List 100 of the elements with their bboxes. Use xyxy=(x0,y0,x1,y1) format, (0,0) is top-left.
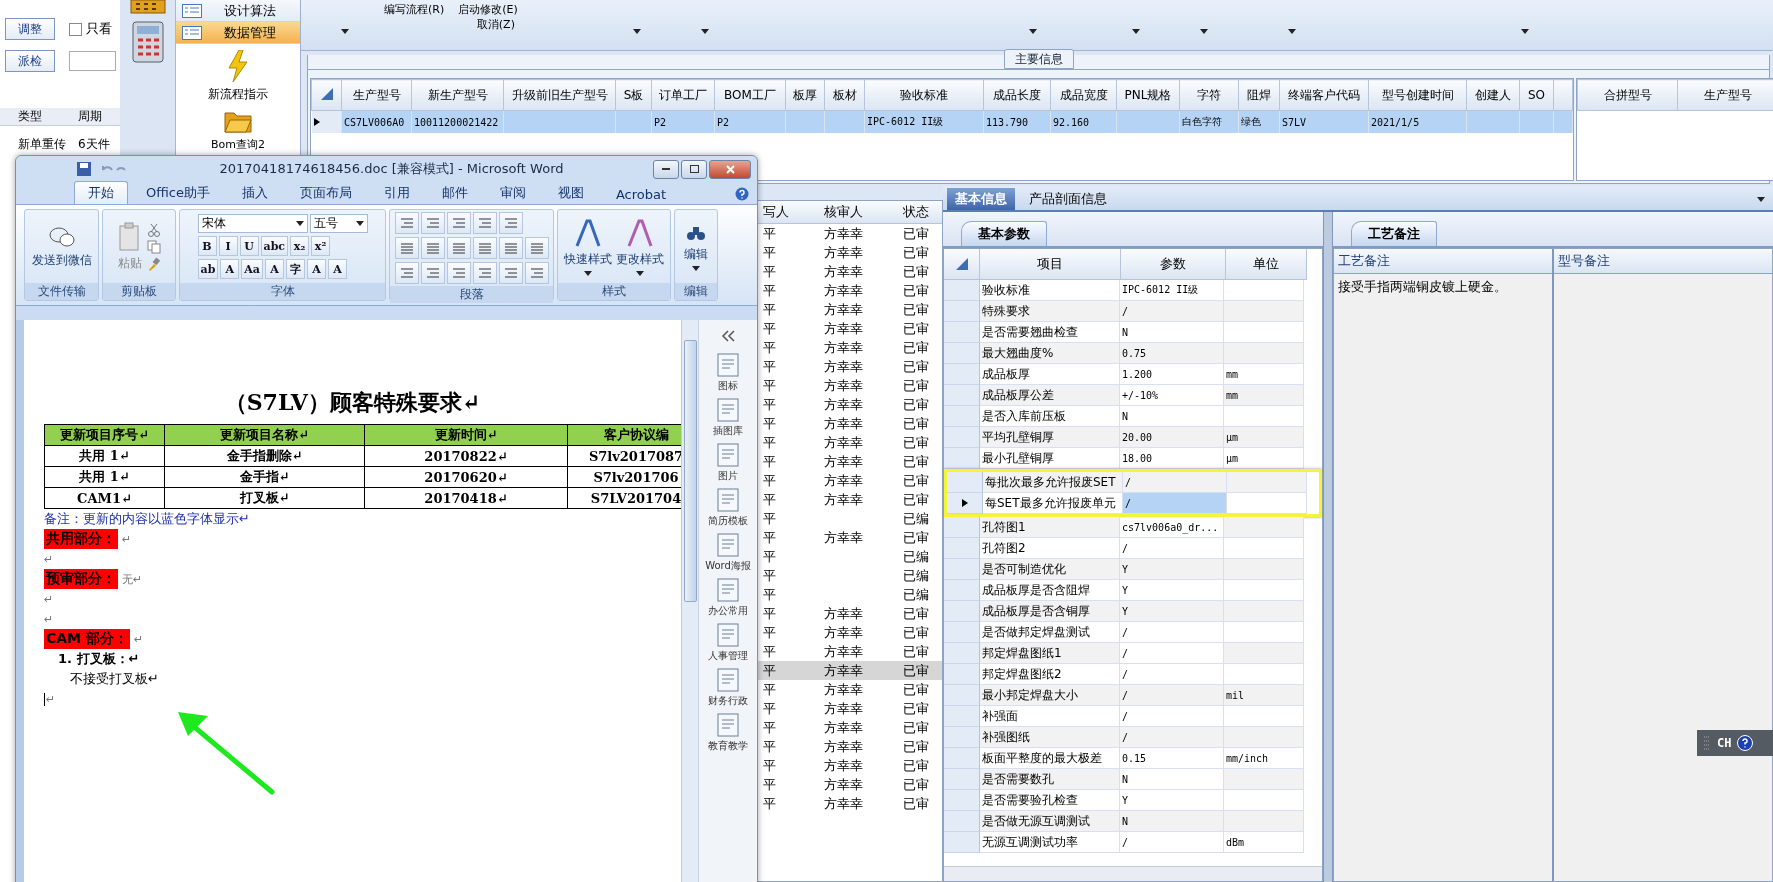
grid-row[interactable]: 是否可制造优化 Y xyxy=(944,559,1322,580)
format-button[interactable]: ab xyxy=(197,259,219,279)
side-panel-item[interactable]: 简历模板 xyxy=(708,487,748,528)
inspect-button[interactable]: 派检 xyxy=(5,50,55,72)
paragraph-format-button[interactable] xyxy=(472,262,497,284)
grid-row[interactable]: 成品板厚 1.200 mm xyxy=(944,364,1322,385)
paragraph-format-button[interactable] xyxy=(524,237,549,259)
format-button[interactable]: 字 xyxy=(286,259,305,279)
format-button[interactable]: A xyxy=(328,259,347,279)
side-panel-item[interactable]: 教育教学 xyxy=(708,712,748,753)
paragraph-format-button[interactable] xyxy=(472,237,497,259)
paragraph-format-button[interactable] xyxy=(498,212,523,234)
input-field[interactable] xyxy=(69,51,116,71)
paragraph-format-button[interactable] xyxy=(420,212,445,234)
scrollbar[interactable] xyxy=(681,320,698,882)
grid-row[interactable]: 是否需要验孔检查 Y xyxy=(944,790,1322,811)
format-button[interactable]: A xyxy=(265,259,284,279)
font-size-field[interactable]: 五号 xyxy=(309,214,368,233)
paragraph-format-button[interactable] xyxy=(446,237,471,259)
paragraph-format-button[interactable] xyxy=(420,237,445,259)
side-panel-item[interactable]: 图片 xyxy=(715,442,741,483)
grid-row[interactable]: 孔符图2 / xyxy=(944,538,1322,559)
grid-row[interactable]: 邦定焊盘图纸1 / xyxy=(944,643,1322,664)
minimize-button[interactable] xyxy=(653,159,679,179)
grid-row[interactable]: 是否做邦定焊盘测试 / xyxy=(944,622,1322,643)
grid-row[interactable]: 邦定焊盘图纸2 / xyxy=(944,664,1322,685)
toolbar-button[interactable]: 编写流程(R) xyxy=(384,2,445,17)
close-button[interactable] xyxy=(709,159,751,179)
grid-row[interactable]: 每批次最多允许报废SET / xyxy=(947,472,1319,493)
side-panel-item[interactable]: 财务行政 xyxy=(708,667,748,708)
grid-row[interactable]: 验收标准 IPC-6012 II级 xyxy=(944,280,1322,301)
side-panel-item[interactable]: 插图库 xyxy=(713,397,743,438)
nav-item[interactable]: 数据管理 xyxy=(176,22,300,44)
grid-row[interactable]: 是否做无源互调测试 N xyxy=(944,811,1322,832)
language-indicator[interactable]: CH xyxy=(1717,736,1732,750)
paragraph-format-button[interactable] xyxy=(394,237,419,259)
tab[interactable]: 基本信息 xyxy=(947,188,1015,210)
grid-row[interactable]: 是否需要数孔 N xyxy=(944,769,1322,790)
toolbar-button[interactable]: 取消(Z) xyxy=(476,17,515,32)
ribbon-tab[interactable]: 视图 xyxy=(543,181,598,204)
table-row[interactable]: CS7LV006A0 10011200021422 P2 P2 IPC-6012 II级 113.790 92.160 白色字符 绿色 S7LV 2021/1/5 xyxy=(311,110,1573,133)
grid-row[interactable]: 平均孔壁铜厚 20.00 μm xyxy=(944,427,1322,448)
grid-row[interactable]: 最大翘曲度% 0.75 xyxy=(944,343,1322,364)
toolbar-button[interactable]: 启动修改(E) xyxy=(458,2,518,17)
grid-row[interactable]: 是否需要翘曲检查 N xyxy=(944,322,1322,343)
grid-row[interactable]: 孔符图1 cs7lv006a0_dr... xyxy=(944,517,1322,538)
side-panel-item[interactable]: Word海报 xyxy=(705,532,751,573)
nav-item[interactable]: 设计算法 xyxy=(176,0,300,22)
paragraph-format-button[interactable] xyxy=(420,262,445,284)
grid-row[interactable]: 板面平整度的最大极差 0.15 mm/inch xyxy=(944,748,1322,769)
ribbon-tab[interactable]: 审阅 xyxy=(485,181,540,204)
grid-row[interactable]: 是否入库前压板 N xyxy=(944,406,1322,427)
send-to-wechat-button[interactable]: 发送到微信 xyxy=(31,224,92,269)
paragraph-format-button[interactable] xyxy=(446,262,471,284)
side-panel-item[interactable]: 图标 xyxy=(715,352,741,393)
styles-button[interactable]: 快速样式 xyxy=(564,217,612,276)
grid-row[interactable]: 每SET最多允许报废单元 / xyxy=(947,493,1319,514)
tab[interactable]: 工艺备注 xyxy=(1351,221,1437,246)
format-button[interactable]: x₂ xyxy=(290,236,310,256)
grid-row[interactable]: 补强面 / xyxy=(944,706,1322,727)
grid-row[interactable]: 特殊要求 / xyxy=(944,301,1322,322)
grid-row[interactable]: 成品板厚公差 +/-10% mm xyxy=(944,385,1322,406)
paragraph-format-button[interactable] xyxy=(446,212,471,234)
paragraph-format-button[interactable] xyxy=(472,212,497,234)
grid-row[interactable]: 成品板厚是否含铜厚 Y xyxy=(944,601,1322,622)
ribbon-tab[interactable]: Acrobat xyxy=(601,184,681,204)
tab[interactable]: 基本参数 xyxy=(961,221,1047,246)
side-panel-item[interactable]: 人事管理 xyxy=(708,622,748,663)
format-button[interactable]: A xyxy=(307,259,326,279)
format-button[interactable]: B xyxy=(197,236,217,256)
styles-button[interactable]: 更改样式 xyxy=(616,217,664,276)
grid-row[interactable]: 最小邦定焊盘大小 / mil xyxy=(944,685,1322,706)
ribbon-tab[interactable]: 页面布局 xyxy=(285,181,366,204)
ribbon-tab[interactable]: 邮件 xyxy=(427,181,482,204)
grid-row[interactable]: 成品板厚是否含阻焊 Y xyxy=(944,580,1322,601)
grid-row[interactable]: 最小孔壁铜厚 18.00 μm xyxy=(944,448,1322,469)
format-button[interactable]: Aa xyxy=(241,259,263,279)
paragraph-format-button[interactable] xyxy=(394,262,419,284)
list-row[interactable]: 平 方幸幸 已审 xyxy=(757,661,942,680)
paragraph-format-button[interactable] xyxy=(524,262,549,284)
checkbox[interactable] xyxy=(69,22,82,36)
format-button[interactable]: A xyxy=(220,259,240,279)
nav-item[interactable]: 新流程指示 xyxy=(176,44,300,103)
ribbon-tab[interactable]: 引用 xyxy=(369,181,424,204)
edit-button[interactable]: 编辑 xyxy=(684,222,708,271)
paragraph-format-button[interactable] xyxy=(394,212,419,234)
format-button[interactable]: abc xyxy=(260,236,289,256)
grid-row[interactable]: 无源互调测试功率 / dBm xyxy=(944,832,1322,853)
side-panel-item[interactable]: 办公常用 xyxy=(708,577,748,618)
nav-item[interactable]: Bom查询2 xyxy=(176,103,300,152)
paragraph-format-button[interactable] xyxy=(498,237,523,259)
scrollbar[interactable] xyxy=(944,866,1322,881)
format-button[interactable]: I xyxy=(218,236,238,256)
format-button[interactable]: U xyxy=(239,236,259,256)
ribbon-tab[interactable]: 插入 xyxy=(227,181,282,204)
format-button[interactable]: x² xyxy=(311,236,331,256)
ribbon-tab[interactable]: 开始 xyxy=(74,181,128,204)
paragraph-format-button[interactable] xyxy=(498,262,523,284)
font-name-field[interactable]: 宋体 xyxy=(197,214,308,233)
tab[interactable]: 产品剖面信息 xyxy=(1021,188,1115,210)
